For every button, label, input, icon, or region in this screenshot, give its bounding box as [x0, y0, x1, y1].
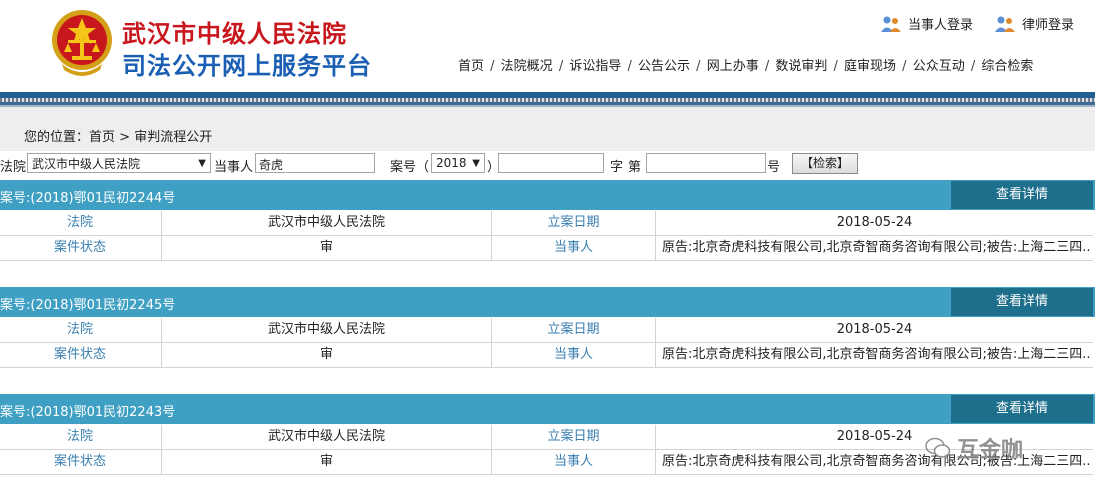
breadcrumb-current: 审判流程公开: [134, 130, 213, 145]
party-field-label: 当事人: [553, 240, 593, 255]
case-status-label: 案件状态: [53, 240, 106, 255]
court-emblem-icon: [52, 10, 112, 76]
nav-trial-stats[interactable]: 数说审判: [775, 59, 827, 74]
watermark-text: 互金咖: [957, 438, 1024, 463]
case-number: 案号:(2018)鄂01民初2244号: [0, 191, 176, 206]
view-details-button[interactable]: 查看详情: [951, 181, 1093, 209]
party-input[interactable]: 奇虎: [255, 153, 375, 173]
case-status-value: 审: [319, 347, 333, 362]
breadcrumb-prefix: 您的位置：: [24, 130, 90, 145]
nav-search[interactable]: 综合检索: [981, 59, 1033, 74]
case-row-court: 法院 武汉市中级人民法院 立案日期 2018-05-24: [0, 318, 1093, 343]
filing-date-label: 立案日期: [547, 215, 600, 230]
di-label: 第: [628, 160, 642, 175]
case-seq-input[interactable]: [646, 153, 766, 173]
nav-announcements[interactable]: 公告公示: [638, 59, 690, 74]
view-details-button[interactable]: 查看详情: [951, 288, 1093, 316]
filing-date-label: 立案日期: [547, 429, 600, 444]
case-status-label: 案件状态: [53, 454, 106, 469]
party-label: 当事人: [214, 160, 254, 175]
breadcrumb: 您的位置：首页 > 审判流程公开: [24, 126, 212, 145]
case-status-value: 审: [319, 454, 333, 469]
dropdown-arrow-icon: ▼: [198, 157, 206, 169]
case-number-label: 案号（: [390, 160, 430, 175]
party-login-label: 当事人登录: [908, 18, 974, 33]
nav-home[interactable]: 首页: [458, 59, 484, 74]
nav-court-overview[interactable]: 法院概况: [501, 59, 553, 74]
nav-online-services[interactable]: 网上办事: [707, 59, 759, 74]
nav-court-live[interactable]: 庭审现场: [844, 59, 896, 74]
court-field-label: 法院: [66, 322, 93, 337]
breadcrumb-separator: >: [119, 130, 131, 145]
party-field-label: 当事人: [553, 347, 593, 362]
case-status-label: 案件状态: [53, 347, 106, 362]
court-select[interactable]: 武汉市中级人民法院 ▼: [27, 153, 211, 173]
watermark: 互金咖: [925, 432, 1023, 464]
party-field-label: 当事人: [553, 454, 593, 469]
nav-public-interaction[interactable]: 公众互动: [913, 59, 965, 74]
party-field-value: 原告:北京奇虎科技有限公司,北京奇智商务咨询有限公司;被告:上海二三四...: [662, 454, 1091, 469]
case-number: 案号:(2018)鄂01民初2243号: [0, 405, 176, 420]
court-field-value: 武汉市中级人民法院: [267, 215, 385, 230]
court-field-label: 法院: [66, 215, 93, 230]
party-field-value: 原告:北京奇虎科技有限公司,北京奇智商务咨询有限公司;被告:上海二三四...: [662, 240, 1091, 255]
user-group-icon: [881, 16, 901, 32]
main-nav: 首页 / 法院概况 / 诉讼指导 / 公告公示 / 网上办事 / 数说审判 / …: [458, 59, 1034, 74]
breadcrumb-area: 您的位置：首页 > 审判流程公开: [0, 107, 1095, 151]
court-label: 法院: [0, 160, 27, 175]
case-header: 案号:(2018)鄂01民初2243号 查看详情: [0, 394, 1095, 424]
filing-date-value: 2018-05-24: [836, 429, 913, 444]
case-row-status: 案件状态 审 当事人 原告:北京奇虎科技有限公司,北京奇智商务咨询有限公司;被告…: [0, 236, 1093, 261]
case-header: 案号:(2018)鄂01民初2245号 查看详情: [0, 287, 1095, 317]
user-group-icon: [995, 16, 1015, 32]
year-select-value: 2018: [436, 156, 467, 170]
search-bar: 法院 武汉市中级人民法院 ▼ 当事人 奇虎 案号（ 2018 ▼ ） 字 第 号…: [0, 151, 1095, 177]
filing-date-value: 2018-05-24: [836, 322, 913, 337]
site-title-line2: 司法公开网上服务平台: [122, 52, 372, 80]
case-header: 案号:(2018)鄂01民初2244号 查看详情: [0, 180, 1095, 210]
breadcrumb-home[interactable]: 首页: [89, 130, 115, 145]
lawyer-login-link[interactable]: 律师登录: [994, 14, 1074, 33]
nav-litigation-guide[interactable]: 诉讼指导: [569, 59, 621, 74]
party-field-value: 原告:北京奇虎科技有限公司,北京奇智商务咨询有限公司;被告:上海二三四...: [662, 347, 1091, 362]
court-field-value: 武汉市中级人民法院: [267, 322, 385, 337]
court-field-label: 法院: [66, 429, 93, 444]
view-details-button[interactable]: 查看详情: [951, 395, 1093, 423]
dropdown-arrow-icon: ▼: [472, 157, 480, 169]
case-row-court: 法院 武汉市中级人民法院 立案日期 2018-05-24: [0, 211, 1093, 236]
site-title-line1: 武汉市中级人民法院: [122, 20, 347, 48]
wechat-icon: [925, 437, 951, 458]
site-header: 武汉市中级人民法院 司法公开网上服务平台 当事人登录 律师登录 首页 / 法院概…: [0, 0, 1095, 92]
party-login-link[interactable]: 当事人登录: [880, 14, 973, 33]
hao-label: 号: [767, 160, 781, 175]
lawyer-login-label: 律师登录: [1022, 18, 1075, 33]
filing-date-label: 立案日期: [547, 322, 600, 337]
case-prefix-input[interactable]: [498, 153, 604, 173]
case-status-value: 审: [319, 240, 333, 255]
court-select-value: 武汉市中级人民法院: [32, 156, 141, 171]
case-row-status: 案件状态 审 当事人 原告:北京奇虎科技有限公司,北京奇智商务咨询有限公司;被告…: [0, 343, 1093, 368]
zi-label: 字: [610, 160, 624, 175]
year-select[interactable]: 2018 ▼: [431, 153, 485, 173]
case-number: 案号:(2018)鄂01民初2245号: [0, 298, 176, 313]
filing-date-value: 2018-05-24: [836, 215, 913, 230]
search-button[interactable]: 【检索】: [792, 153, 858, 174]
court-field-value: 武汉市中级人民法院: [267, 429, 385, 444]
